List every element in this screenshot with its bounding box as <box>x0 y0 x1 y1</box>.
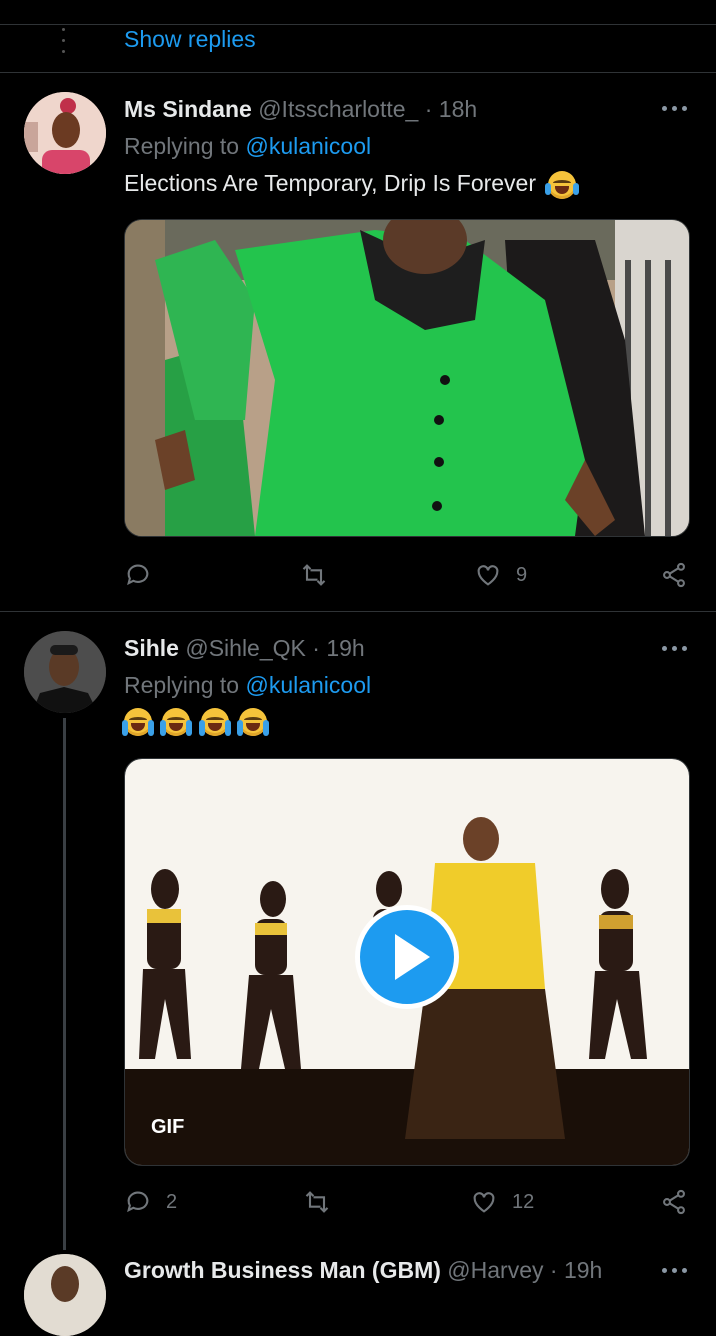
retweet-button[interactable] <box>303 1187 331 1217</box>
timestamp[interactable]: · 19h <box>312 635 364 661</box>
loudly-crying-face-icon <box>122 707 154 736</box>
like-button[interactable]: 12 <box>470 1187 534 1217</box>
reply-button[interactable]: 2 <box>124 1187 177 1217</box>
share-button[interactable] <box>660 1187 688 1217</box>
loudly-crying-face-icon <box>198 707 231 736</box>
avatar[interactable] <box>24 631 106 713</box>
heart-icon <box>477 565 499 586</box>
display-name[interactable]: Ms Sindane <box>124 96 252 122</box>
tweet-emojis <box>122 707 271 736</box>
divider <box>0 72 716 73</box>
retweet-button[interactable] <box>300 560 328 590</box>
share-icon <box>663 562 685 588</box>
avatar-image <box>24 92 106 174</box>
divider <box>0 24 716 25</box>
reply-mention-link[interactable]: @kulanicool <box>245 672 371 698</box>
play-icon <box>395 934 430 980</box>
loudly-crying-face-icon <box>160 707 193 736</box>
tweet-photo[interactable] <box>124 219 690 537</box>
reply-icon <box>127 564 149 586</box>
display-name[interactable]: Sihle <box>124 635 179 661</box>
play-button[interactable] <box>355 905 459 1009</box>
reply-button[interactable] <box>124 560 166 590</box>
avatar[interactable] <box>24 1254 106 1336</box>
reply-mention-link[interactable]: @kulanicool <box>245 133 371 159</box>
loudly-crying-face-icon <box>237 707 270 736</box>
like-button[interactable]: 9 <box>474 560 527 590</box>
tweet-gif[interactable]: GIF <box>124 758 690 1166</box>
thread-connector-dots <box>62 28 66 56</box>
show-replies-link[interactable]: Show replies <box>124 26 256 53</box>
retweet-icon <box>302 564 326 586</box>
timestamp[interactable]: · 18h <box>425 96 477 122</box>
timestamp[interactable]: · 19h <box>550 1257 602 1283</box>
avatar[interactable] <box>24 92 106 174</box>
gif-badge: GIF <box>151 1116 185 1138</box>
replying-to: Replying to @kulanicool <box>124 133 371 160</box>
handle[interactable]: @Itsscharlotte_ <box>258 96 418 122</box>
replying-prefix: Replying to <box>124 672 240 698</box>
like-count: 9 <box>516 563 528 586</box>
face-with-tears-of-joy-icon <box>545 170 580 199</box>
retweet-icon <box>305 1191 329 1213</box>
reply-count: 2 <box>166 1190 178 1213</box>
share-button[interactable] <box>660 560 688 590</box>
display-name[interactable]: Growth Business Man (GBM) <box>124 1257 441 1283</box>
tweet-header: Growth Business Man (GBM) @Harvey · 19h <box>124 1257 602 1284</box>
avatar-image <box>24 631 106 713</box>
handle[interactable]: @Harvey <box>447 1257 543 1283</box>
photo-image <box>125 220 689 536</box>
more-options-icon[interactable] <box>662 644 690 652</box>
more-options-icon[interactable] <box>662 104 690 112</box>
like-count: 12 <box>512 1190 535 1213</box>
avatar-image <box>24 1254 106 1336</box>
divider <box>0 611 716 612</box>
tweet-header: Ms Sindane @Itsscharlotte_ · 18h <box>124 96 477 123</box>
replying-prefix: Replying to <box>124 133 240 159</box>
tweet-text: Elections Are Temporary, Drip Is Forever <box>124 170 580 199</box>
replying-to: Replying to @kulanicool <box>124 672 371 699</box>
tweet-header: Sihle @Sihle_QK · 19h <box>124 635 365 662</box>
tweet-body: Elections Are Temporary, Drip Is Forever <box>124 170 537 196</box>
reply-icon <box>127 1191 149 1213</box>
heart-icon <box>473 1192 495 1213</box>
handle[interactable]: @Sihle_QK <box>185 635 306 661</box>
share-icon <box>663 1189 685 1215</box>
thread-line <box>63 718 66 1250</box>
